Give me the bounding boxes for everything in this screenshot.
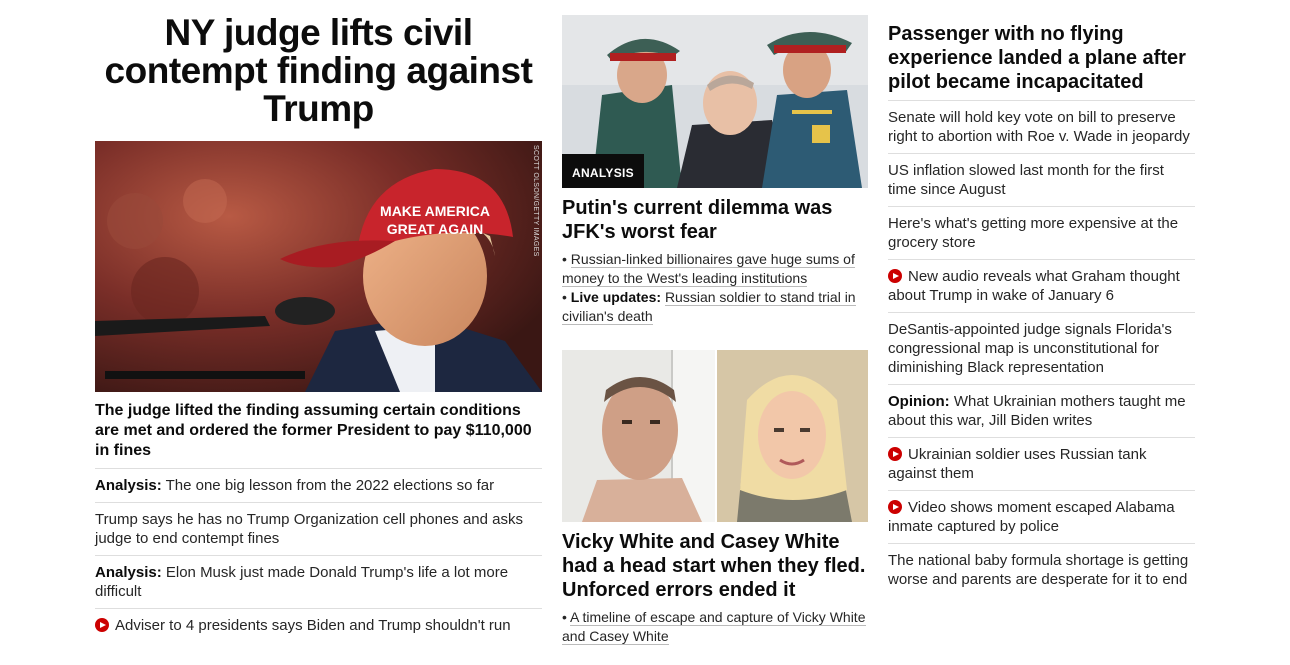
item-link[interactable]: Trump says he has no Trump Organization … (95, 511, 523, 547)
bullet-item[interactable]: • Live updates: Russian soldier to stand… (562, 288, 868, 326)
list-item[interactable]: Video shows moment escaped Alabama inmat… (888, 490, 1195, 543)
item-link[interactable]: The one big lesson from the 2022 electio… (166, 477, 495, 494)
item-link[interactable]: Adviser to 4 presidents says Biden and T… (115, 617, 511, 634)
putin-bullets: • Russian-linked billionaires gave huge … (562, 250, 868, 326)
lead-story-photo[interactable]: MAKE AMERICA GREAT AGAIN SCOTT OLSON/GET… (95, 141, 542, 392)
trump-photo-illustration: MAKE AMERICA GREAT AGAIN (95, 141, 542, 392)
item-link[interactable]: New audio reveals what Graham thought ab… (888, 268, 1180, 304)
lead-subhead[interactable]: The judge lifted the finding assuming ce… (95, 401, 542, 461)
item-link[interactable]: DeSantis-appointed judge signals Florida… (888, 321, 1172, 376)
lead-headline-link[interactable]: NY judge lifts civil contempt finding ag… (105, 12, 533, 129)
bullet-prefix: Live updates: (570, 289, 662, 305)
analysis-tag: ANALYSIS (562, 154, 644, 188)
video-play-icon (888, 500, 902, 514)
item-link[interactable]: The national baby formula shortage is ge… (888, 552, 1188, 588)
passenger-headline[interactable]: Passenger with no flying experience land… (888, 22, 1195, 94)
bullet-link[interactable]: Russian-linked billionaires gave huge su… (562, 251, 855, 287)
vicky-white-headline[interactable]: Vicky White and Casey White had a head s… (562, 530, 868, 602)
item-prefix: Analysis: (95, 564, 162, 581)
list-item[interactable]: Analysis: The one big lesson from the 20… (95, 468, 542, 502)
svg-text:MAKE AMERICA: MAKE AMERICA (380, 203, 490, 219)
lead-subhead-link[interactable]: The judge lifted the finding assuming ce… (95, 402, 532, 459)
photo-credit: SCOTT OLSON/GETTY IMAGES (532, 145, 539, 257)
passenger-headline-link[interactable]: Passenger with no flying experience land… (888, 23, 1186, 93)
video-play-icon (95, 618, 109, 632)
lead-story-column: NY judge lifts civil contempt finding ag… (95, 14, 542, 642)
list-item[interactable]: Ukrainian soldier uses Russian tank agai… (888, 437, 1195, 490)
list-item[interactable]: US inflation slowed last month for the f… (888, 153, 1195, 206)
list-item[interactable]: Trump says he has no Trump Organization … (95, 502, 542, 555)
list-item[interactable]: DeSantis-appointed judge signals Florida… (888, 312, 1195, 384)
vicky-white-headline-link[interactable]: Vicky White and Casey White had a head s… (562, 531, 865, 601)
putin-story-photo[interactable]: ANALYSIS (562, 15, 868, 188)
item-link[interactable]: Senate will hold key vote on bill to pre… (888, 109, 1190, 145)
putin-headline[interactable]: Putin's current dilemma was JFK's worst … (562, 196, 868, 244)
list-item[interactable]: Adviser to 4 presidents says Biden and T… (95, 608, 542, 642)
lead-headline[interactable]: NY judge lifts civil contempt finding ag… (95, 14, 542, 128)
item-link[interactable]: Video shows moment escaped Alabama inmat… (888, 499, 1175, 535)
list-item[interactable]: Senate will hold key vote on bill to pre… (888, 100, 1195, 153)
vicky-white-bullets: • A timeline of escape and capture of Vi… (562, 608, 868, 646)
list-item[interactable]: Here's what's getting more expensive at … (888, 206, 1195, 259)
video-play-icon (888, 269, 902, 283)
item-link[interactable]: Here's what's getting more expensive at … (888, 215, 1178, 251)
mugshots-illustration (562, 350, 868, 522)
list-item[interactable]: New audio reveals what Graham thought ab… (888, 259, 1195, 312)
vicky-white-story-photo[interactable] (562, 350, 868, 522)
putin-headline-link[interactable]: Putin's current dilemma was JFK's worst … (562, 197, 832, 243)
item-prefix: Analysis: (95, 477, 162, 494)
lead-related-list: Analysis: The one big lesson from the 20… (95, 468, 542, 642)
item-link[interactable]: Ukrainian soldier uses Russian tank agai… (888, 446, 1146, 482)
list-item[interactable]: Analysis: Elon Musk just made Donald Tru… (95, 555, 542, 608)
right-column: Passenger with no flying experience land… (888, 22, 1195, 596)
right-headlines-list: Senate will hold key vote on bill to pre… (888, 100, 1195, 596)
bullet-item[interactable]: • A timeline of escape and capture of Vi… (562, 608, 868, 646)
bullet-link[interactable]: A timeline of escape and capture of Vick… (562, 609, 866, 645)
video-play-icon (888, 447, 902, 461)
item-prefix: Opinion: (888, 393, 950, 410)
middle-column: ANALYSIS Putin's current dilemma was JFK… (562, 15, 868, 646)
svg-text:GREAT AGAIN: GREAT AGAIN (387, 221, 483, 237)
list-item[interactable]: Opinion: What Ukrainian mothers taught m… (888, 384, 1195, 437)
list-item[interactable]: The national baby formula shortage is ge… (888, 543, 1195, 596)
item-link[interactable]: US inflation slowed last month for the f… (888, 162, 1164, 198)
bullet-item[interactable]: • Russian-linked billionaires gave huge … (562, 250, 868, 288)
